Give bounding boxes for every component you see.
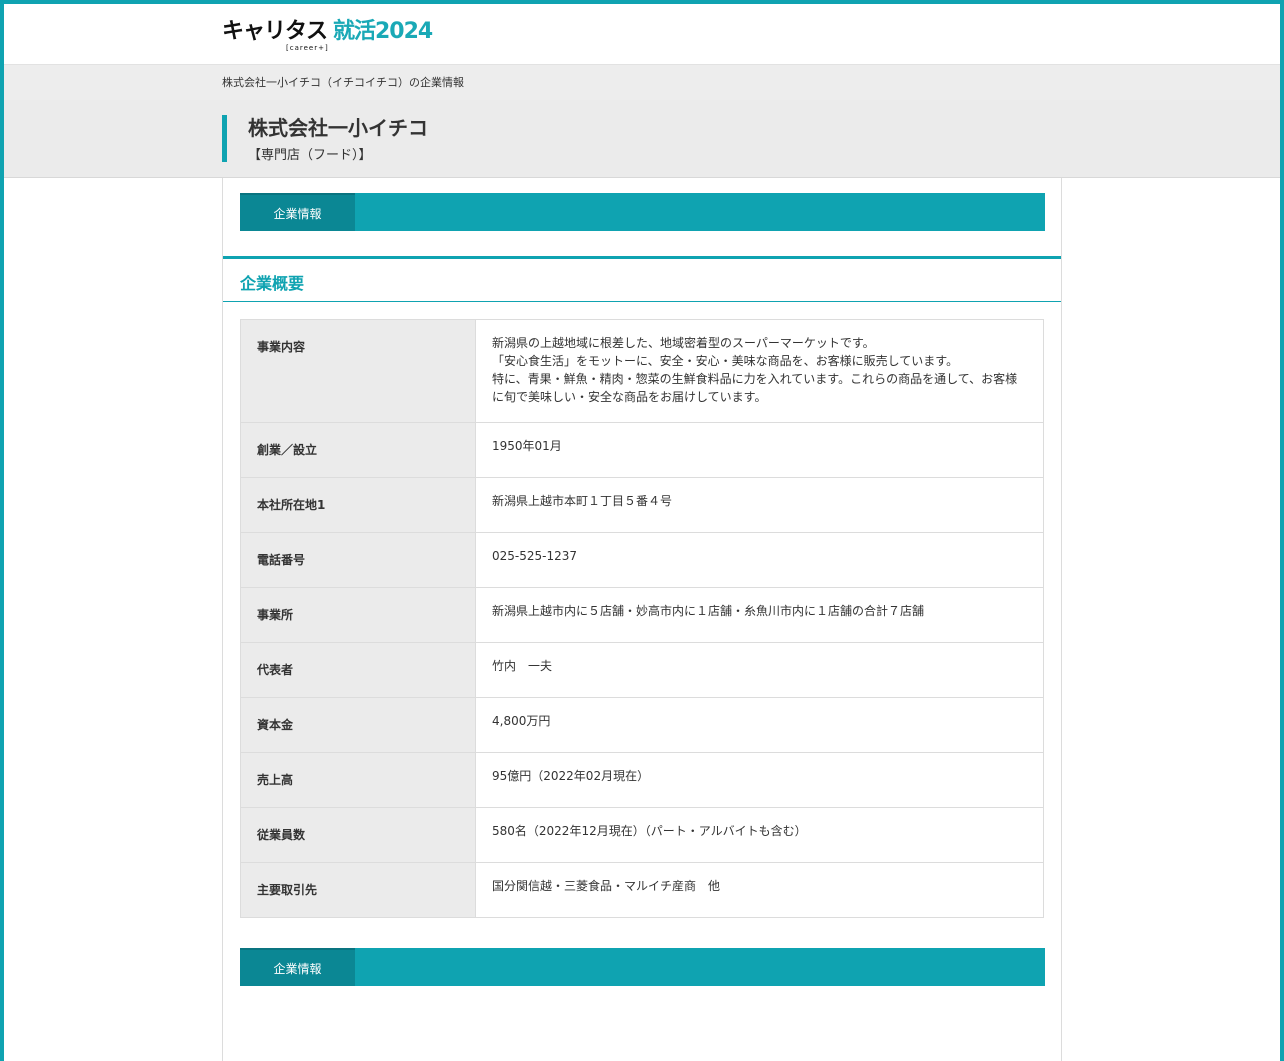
table-row: 資本金 4,800万円 xyxy=(240,697,1044,753)
row-value: 竹内 一夫 xyxy=(475,642,1044,698)
table-row: 電話番号 025-525-1237 xyxy=(240,532,1044,588)
row-value: 95億円（2022年02月現在） xyxy=(475,752,1044,808)
row-value-line: 新潟県上越市内に５店舗・妙高市内に１店舗・糸魚川市内に１店舗の合計７店舗 xyxy=(492,604,925,618)
row-value-line: 4,800万円 xyxy=(492,714,551,728)
breadcrumb: 株式会社一小イチコ（イチコイチコ）の企業情報 xyxy=(222,76,464,89)
row-value: 580名（2022年12月現在）（パート・アルバイトも含む） xyxy=(475,807,1044,863)
row-value: 新潟県上越市内に５店舗・妙高市内に１店舗・糸魚川市内に１店舗の合計７店舗 xyxy=(475,587,1044,643)
main-content: 企業情報 企業概要 事業内容 新潟県の上越地域に根差した、地域密着型のスーパーマー… xyxy=(222,178,1062,1061)
row-label: 本社所在地1 xyxy=(240,477,476,533)
logo-accent-text: 就活2024 xyxy=(333,19,433,44)
row-value-line: 580名（2022年12月現在）（パート・アルバイトも含む） xyxy=(492,824,807,838)
table-row: 主要取引先 国分関信越・三菱食品・マルイチ産商 他 xyxy=(240,862,1044,918)
tab-company-info-bottom[interactable]: 企業情報 xyxy=(240,948,355,986)
row-value: 国分関信越・三菱食品・マルイチ産商 他 xyxy=(475,862,1044,918)
row-value-line: 特に、青果・鮮魚・精肉・惣菜の生鮮食料品に力を入れています。これらの商品を通して… xyxy=(492,372,1018,404)
row-label: 事業内容 xyxy=(240,319,476,423)
table-row: 事業内容 新潟県の上越地域に根差した、地域密着型のスーパーマーケットです。 「安心食… xyxy=(240,319,1044,423)
row-value-line: 1950年01月 xyxy=(492,439,562,453)
row-value-line: 025-525-1237 xyxy=(492,549,578,563)
section-header: 企業概要 xyxy=(223,256,1061,302)
logo-sub-text: [career+] xyxy=(286,44,329,52)
breadcrumb-bar: 株式会社一小イチコ（イチコイチコ）の企業情報 xyxy=(4,64,1280,101)
table-row: 売上高 95億円（2022年02月現在） xyxy=(240,752,1044,808)
title-accent-bar xyxy=(222,115,227,162)
table-row: 創業／設立 1950年01月 xyxy=(240,422,1044,478)
row-value-line: 竹内 一夫 xyxy=(492,659,553,673)
row-label: 主要取引先 xyxy=(240,862,476,918)
tab-company-info[interactable]: 企業情報 xyxy=(240,193,355,231)
row-value-line: 「安心食生活」をモットーに、安全・安心・美味な商品を、お客様に販売しています。 xyxy=(492,354,959,368)
table-row: 代表者 竹内 一夫 xyxy=(240,642,1044,698)
bottom-tab-bar: 企業情報 xyxy=(240,948,1045,986)
company-title-band: 株式会社一小イチコ 【専門店（フード）】 xyxy=(4,100,1280,178)
row-value: 新潟県上越市本町１丁目５番４号 xyxy=(475,477,1044,533)
logo-main-text: キャリタス xyxy=(222,19,328,44)
table-row: 事業所 新潟県上越市内に５店舗・妙高市内に１店舗・糸魚川市内に１店舗の合計７店舗 xyxy=(240,587,1044,643)
row-label: 事業所 xyxy=(240,587,476,643)
row-value-line: 新潟県の上越地域に根差した、地域密着型のスーパーマーケットです。 xyxy=(492,336,875,350)
company-name: 株式会社一小イチコ xyxy=(248,116,428,140)
table-row: 従業員数 580名（2022年12月現在）（パート・アルバイトも含む） xyxy=(240,807,1044,863)
row-value: 4,800万円 xyxy=(475,697,1044,753)
company-category: 【専門店（フード）】 xyxy=(248,148,372,163)
row-label: 代表者 xyxy=(240,642,476,698)
row-label: 創業／設立 xyxy=(240,422,476,478)
row-label: 資本金 xyxy=(240,697,476,753)
row-value: 新潟県の上越地域に根差した、地域密着型のスーパーマーケットです。「安心食生活」を… xyxy=(475,319,1044,423)
site-header: キャリタス 就活2024 [career+] xyxy=(4,4,1280,64)
row-label: 従業員数 xyxy=(240,807,476,863)
row-label: 電話番号 xyxy=(240,532,476,588)
row-value-line: 国分関信越・三菱食品・マルイチ産商 他 xyxy=(492,879,721,893)
row-value-line: 新潟県上越市本町１丁目５番４号 xyxy=(492,494,673,508)
top-tab-bar: 企業情報 xyxy=(240,193,1045,231)
row-label: 売上高 xyxy=(240,752,476,808)
row-value: 025-525-1237 xyxy=(475,532,1044,588)
company-overview-table: 事業内容 新潟県の上越地域に根差した、地域密着型のスーパーマーケットです。 「安心食… xyxy=(240,319,1044,918)
section-title: 企業概要 xyxy=(240,274,305,293)
table-row: 本社所在地1 新潟県上越市本町１丁目５番４号 xyxy=(240,477,1044,533)
row-value: 1950年01月 xyxy=(475,422,1044,478)
row-value-line: 95億円（2022年02月現在） xyxy=(492,769,650,783)
